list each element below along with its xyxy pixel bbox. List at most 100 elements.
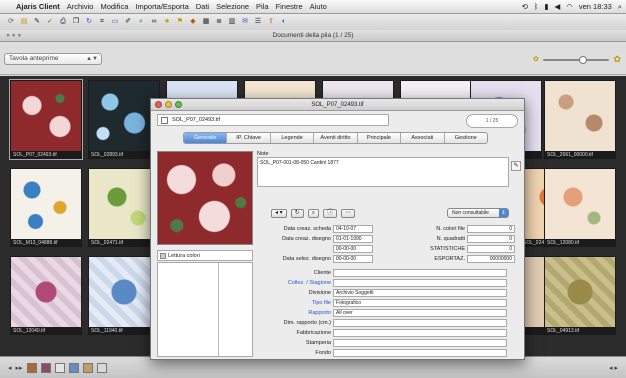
field-cliente: Cliente [261,269,507,277]
flag-icon[interactable]: ⚑ [175,17,185,27]
tab-aventi-diritto[interactable]: Aventi diritto [314,133,358,143]
volume-icon[interactable]: ◀ [555,2,561,11]
thumbnail-item[interactable]: SOL_P07_02493.tif [9,79,83,160]
folder-icon[interactable]: ▤ [19,17,29,27]
edit-icon[interactable]: ✎ [32,17,42,27]
thumbnail-item[interactable]: SOL_12080.tif [544,168,616,247]
view-select[interactable]: Tavola anteprime ▲▼ [4,53,102,65]
previous-icon[interactable]: ◂ [8,364,12,372]
print-icon[interactable]: ⎙ [58,17,68,27]
clock[interactable]: ven 18:33 [579,2,612,11]
pen-icon[interactable]: ✐ [123,17,133,27]
menu-selezione[interactable]: Selezione [216,2,249,11]
read-colors-button[interactable]: Lettura colori [157,250,253,261]
grid-icon[interactable]: ▦ [201,17,211,27]
slider-knob[interactable] [579,56,587,64]
tab-principale[interactable]: Principale [358,133,402,143]
thumbnail-item[interactable]: SOL_04913.tif [544,256,616,335]
monitor-icon[interactable]: ▭ [110,17,120,27]
thumbnail-caption: SOL_02893.tif [91,152,123,158]
menu-aiuto[interactable]: Aiuto [310,2,327,11]
status-select[interactable]: Non consultabile ⇕ [447,208,509,218]
dialog-titlebar: SOL_P07_02493.tif [151,99,524,111]
menu-finestre[interactable]: Finestre [276,2,303,11]
zoom-icon-btn[interactable]: ⌕ [307,209,320,218]
tab-gestione[interactable]: Gestione [445,133,487,143]
options-icon[interactable]: ⋯ [341,209,356,218]
field-data-extra: 00-00-00 [261,245,373,253]
tag-icon[interactable]: ◆ [188,17,198,27]
thumbnail-size-slider[interactable]: ✿ ✿ [533,54,621,64]
minimize-icon[interactable] [165,101,172,108]
bluetooth-icon[interactable]: ᛒ [534,2,539,11]
wifi-icon[interactable]: ◠ [566,2,573,11]
arrow-icon[interactable]: ↻ [84,17,94,27]
field-dim-rapporto: Dim. rapporto (cm.) [261,319,507,327]
thumbnail-image [545,169,615,239]
first-icon[interactable]: ▸▸ [16,364,23,372]
select-checkbox[interactable] [161,117,168,124]
export-icon[interactable]: ⇪ [266,17,276,27]
field-divisione: Divisione Archivio Soggetti [261,289,507,297]
thumbnail-caption: SOL_M13_04888.tif [13,240,58,246]
panel-divider [218,263,219,356]
record-stepper[interactable]: ◂ ▾ [271,209,287,218]
thumbnail-caption: SOL_02471.tif [91,240,123,246]
palette-icon[interactable]: ◐ [279,17,289,27]
stack-swatch[interactable] [68,362,79,373]
thumbnail-item[interactable]: SOL_M13_04888.tif [10,168,82,247]
table-icon[interactable]: ▥ [227,17,237,27]
stack-swatch[interactable] [26,362,37,373]
field-data-selez-disegno: Data selez. disegno 00-00-00 [261,255,373,263]
record-pager[interactable]: 1 / 25 [466,114,518,128]
app-menu[interactable]: Ajaris Client [16,2,60,11]
dialog-title: SOL_P07_02493.tif [311,102,364,108]
tab-generale[interactable]: Generale [184,133,228,143]
refresh-icon[interactable]: ⟳ [6,17,16,27]
note-textarea[interactable]: SOL_P07-001-08-050 Cardini 1877 [257,157,509,187]
thumbnail-item[interactable]: SOL_2661_00000.tif [544,80,616,159]
color-list-panel[interactable] [157,262,253,357]
stack-swatch[interactable] [82,362,93,373]
check-icon[interactable]: ✓ [45,17,55,27]
dialog-tabs: Generale IP. Chiave Legende Aventi dirit… [183,132,488,144]
crop-icon[interactable]: ⌗ [97,17,107,27]
mail-icon[interactable]: ✉ [240,17,250,27]
thumbnail-image [11,169,81,239]
stack-swatch[interactable] [40,362,51,373]
tab-associati[interactable]: Associati [401,133,445,143]
zoom-icon[interactable] [175,101,182,108]
file-name-field[interactable]: SOL_P07_02493.tif [157,114,389,126]
image-preview [157,151,253,245]
copy-icon[interactable]: ❐ [71,17,81,27]
close-icon[interactable] [155,101,162,108]
large-flower-icon: ✿ [613,54,621,64]
battery-icon[interactable]: ▮ [544,2,548,11]
star-icon[interactable]: ★ [162,17,172,27]
tab-parole-chiave[interactable]: IP. Chiave [227,133,271,143]
list-icon[interactable]: ≣ [214,17,224,27]
scroll-arrows-icon[interactable]: ◂ ▸ [609,364,618,372]
menu-modifica[interactable]: Modifica [100,2,128,11]
stack-swatch[interactable] [96,362,107,373]
spotlight-icon[interactable]: ⌕ [618,2,622,12]
info-icon[interactable]: ⓘ [323,209,338,218]
read-colors-label: Lettura colori [168,253,200,259]
window-controls-icon[interactable]: ● ● ● [6,30,21,42]
menu-archivio[interactable]: Archivio [67,2,94,11]
field-n-quadratti: N. quadratti 0 [413,235,515,243]
search-icon[interactable]: ⌕ [136,17,146,27]
thumbnail-item[interactable]: SOL_12040.tif [10,256,82,335]
rotate-icon[interactable]: ↻ [290,209,304,218]
note-edit-icon[interactable]: ✎ [511,161,521,171]
stack-swatch[interactable] [54,362,65,373]
stack-icon[interactable]: ☰ [253,17,263,27]
field-esportaz: ESPORTAZ. 00000000 [413,255,515,263]
palette-icon [160,253,166,259]
menu-importa-esporta[interactable]: Importa/Esporta [135,2,188,11]
menu-pila[interactable]: Pila [256,2,269,11]
menu-dati[interactable]: Dati [196,2,209,11]
timemachine-icon[interactable]: ⟲ [522,2,528,11]
tab-legende[interactable]: Legende [271,133,315,143]
link-icon[interactable]: ∞ [149,17,159,27]
